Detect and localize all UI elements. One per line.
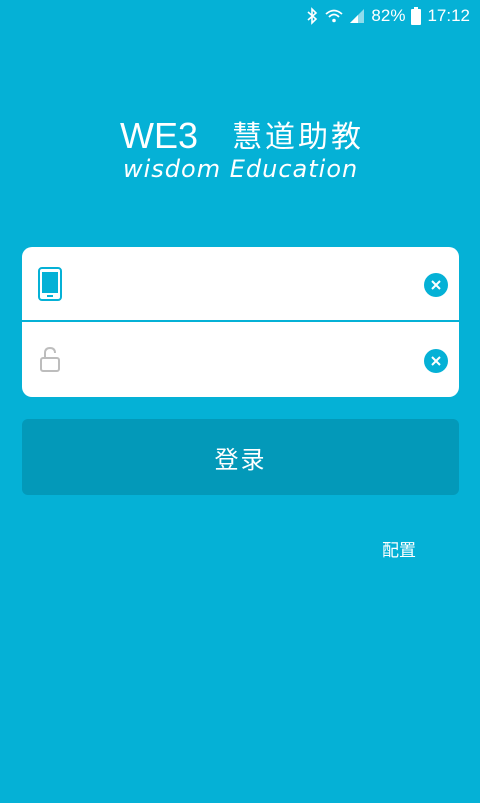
battery-percent: 82% — [371, 6, 406, 25]
clear-icon[interactable] — [424, 273, 448, 297]
phone-field-row — [22, 247, 459, 322]
login-button[interactable]: 登录 — [22, 419, 459, 495]
logo-chinese-name: 慧道助教 — [232, 120, 364, 155]
bluetooth-icon — [305, 7, 319, 25]
clock: 17:12 — [427, 6, 470, 25]
logo-subtitle: wisdom Education — [123, 155, 359, 183]
password-input[interactable] — [92, 336, 412, 382]
password-field-row — [22, 322, 459, 397]
app-logo: WE3 慧道助教 wisdom Education — [118, 116, 368, 186]
signal-icon — [349, 8, 365, 24]
config-link[interactable]: 配置 — [382, 536, 416, 561]
wifi-icon — [325, 8, 344, 24]
phone-icon — [38, 267, 62, 305]
phone-input[interactable] — [92, 261, 412, 307]
battery-icon — [411, 7, 422, 25]
status-bar: 82% 17:12 — [0, 0, 480, 32]
login-form — [22, 247, 459, 397]
logo-brand: WE3 — [120, 115, 199, 156]
lock-icon — [40, 346, 60, 376]
clear-icon[interactable] — [424, 349, 448, 373]
